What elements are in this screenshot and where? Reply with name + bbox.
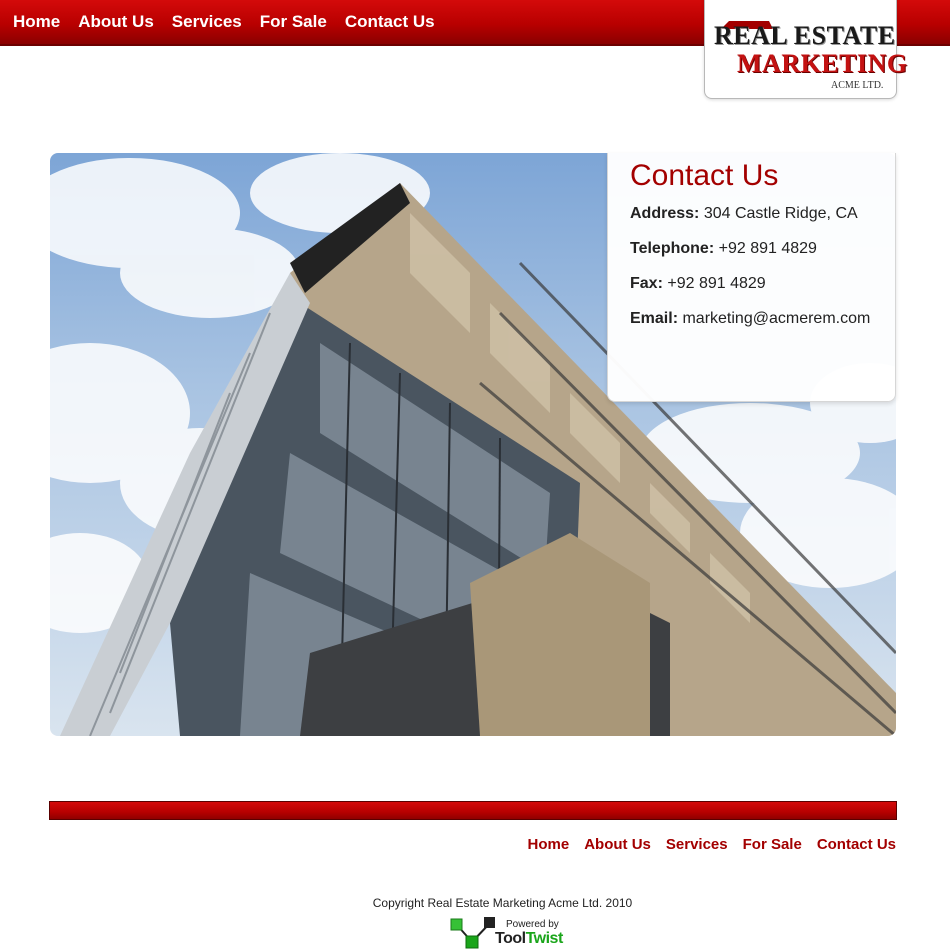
- site-logo[interactable]: REAL ESTATE MARKETING ACME LTD.: [704, 0, 907, 99]
- footer-nav-about-us[interactable]: About Us: [584, 836, 651, 853]
- fax-label: Fax:: [630, 275, 663, 292]
- tooltwist-logo-icon: [450, 917, 495, 949]
- contact-title: Contact Us: [630, 159, 779, 192]
- email-value[interactable]: marketing@acmerem.com: [682, 310, 870, 327]
- email-row: Email: marketing@acmerem.com: [630, 310, 870, 328]
- telephone-label: Telephone:: [630, 240, 715, 257]
- footer-nav-contact-us[interactable]: Contact Us: [817, 836, 896, 853]
- footer-nav-for-sale[interactable]: For Sale: [743, 836, 802, 853]
- footer-bar: [49, 801, 897, 820]
- nav-services[interactable]: Services: [172, 12, 242, 32]
- logo-line-real-estate: REAL ESTATE: [714, 21, 896, 50]
- main-nav: Home About Us Services For Sale Contact …: [13, 12, 435, 32]
- fax-value: +92 891 4829: [667, 275, 766, 292]
- nav-contact-us[interactable]: Contact Us: [345, 12, 435, 32]
- address-label: Address:: [630, 205, 700, 222]
- tooltwist-word-twist: Twist: [525, 930, 564, 947]
- contact-panel: Contact Us Address: 304 Castle Ridge, CA…: [607, 153, 896, 402]
- tooltwist-word-tool: Tool: [495, 930, 526, 947]
- footer-nav: Home About Us Services For Sale Contact …: [528, 836, 896, 853]
- nav-home[interactable]: Home: [13, 12, 60, 32]
- footer-nav-home[interactable]: Home: [528, 836, 570, 853]
- logo-line-acme: ACME LTD.: [831, 80, 884, 91]
- telephone-value: +92 891 4829: [718, 240, 817, 257]
- nav-for-sale[interactable]: For Sale: [260, 12, 327, 32]
- logo-line-marketing: MARKETING: [737, 49, 908, 78]
- telephone-row: Telephone: +92 891 4829: [630, 240, 817, 258]
- nav-about-us[interactable]: About Us: [78, 12, 154, 32]
- footer-nav-services[interactable]: Services: [666, 836, 728, 853]
- powered-by-label: Powered by: [506, 919, 559, 930]
- powered-by-tooltwist[interactable]: Powered by ToolTwist: [450, 916, 563, 950]
- address-row: Address: 304 Castle Ridge, CA: [630, 205, 858, 223]
- fax-row: Fax: +92 891 4829: [630, 275, 766, 293]
- address-value: 304 Castle Ridge, CA: [703, 205, 858, 222]
- email-label: Email:: [630, 310, 679, 327]
- tooltwist-wordmark: ToolTwist: [495, 930, 563, 948]
- copyright-text: Copyright Real Estate Marketing Acme Ltd…: [372, 896, 633, 910]
